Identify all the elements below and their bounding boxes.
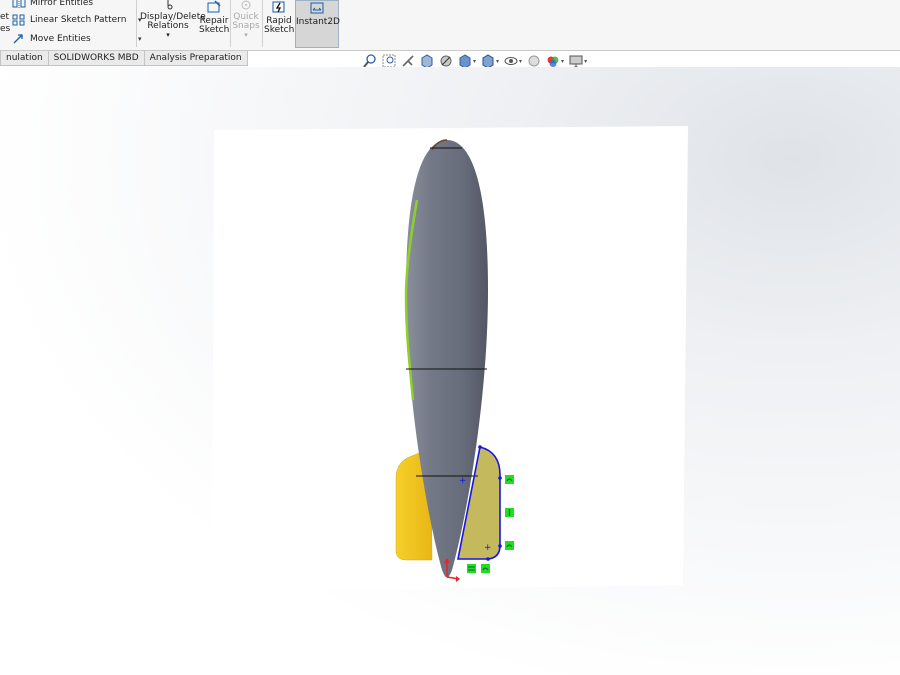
dynamic-annotation-icon[interactable] <box>438 54 453 68</box>
relations-label: Relations <box>147 21 189 31</box>
move-entities-button[interactable]: Move Entities ▾ <box>12 33 144 45</box>
repair-sketch-icon <box>207 0 221 13</box>
snaps-label: Snaps <box>232 21 260 31</box>
tab-simulation[interactable]: nulation <box>0 51 49 66</box>
rapid-sketch-label: Sketch <box>264 25 295 35</box>
linear-sketch-pattern-button[interactable]: Linear Sketch Pattern ▾ <box>12 14 144 26</box>
instant2d-icon <box>310 2 324 14</box>
previous-view-icon[interactable] <box>400 54 415 68</box>
chevron-down-icon[interactable]: ▾ <box>232 31 260 40</box>
ribbon-separator <box>262 0 263 47</box>
linear-pattern-icon <box>12 14 25 26</box>
ribbon-separator <box>230 0 231 47</box>
chevron-down-icon[interactable]: ▾ <box>584 58 587 65</box>
zoom-to-fit-icon[interactable] <box>362 54 377 68</box>
mirror-entities-button[interactable]: Mirror Entities <box>12 0 93 9</box>
edit-appearance-icon[interactable] <box>526 54 541 68</box>
sketch-point <box>486 557 490 561</box>
instant2d-label: Instant2D <box>296 17 340 27</box>
quick-snaps-icon <box>241 0 251 10</box>
chevron-down-icon[interactable]: ▾ <box>519 58 522 65</box>
view-settings-icon[interactable] <box>568 54 583 68</box>
tab-solidworks-mbd[interactable]: SOLIDWORKS MBD <box>47 51 145 66</box>
zoom-to-area-icon[interactable] <box>381 54 396 68</box>
view-orientation-icon[interactable] <box>457 54 472 68</box>
chevron-down-icon[interactable]: ▾ <box>140 31 196 40</box>
repair-sketch-label: Sketch <box>199 25 230 35</box>
quick-snaps-button[interactable]: Quick Snaps ▾ <box>232 0 260 40</box>
vertical-relation-icon[interactable] <box>505 508 514 517</box>
truncated-label-2: es <box>0 24 11 34</box>
chevron-down-icon[interactable]: ▾ <box>473 58 476 65</box>
sketch-point <box>498 476 502 480</box>
apply-scene-icon[interactable] <box>545 54 560 68</box>
move-icon <box>13 34 23 44</box>
rapid-sketch-button[interactable]: Rapid Sketch <box>264 0 294 35</box>
sketch-point <box>478 445 482 449</box>
linear-sketch-pattern-label: Linear Sketch Pattern <box>30 15 127 25</box>
sketch-point <box>498 544 502 548</box>
mirror-icon <box>12 0 26 9</box>
move-entities-label: Move Entities <box>30 34 91 44</box>
repair-sketch-button[interactable]: Repair Sketch <box>199 0 229 35</box>
mirror-entities-label: Mirror Entities <box>30 0 94 8</box>
arc-center-mark: + <box>459 476 467 486</box>
command-manager-ribbon: et es Mirror Entities Linear Sketch Patt… <box>0 0 900 51</box>
tangent-relation-icon[interactable] <box>505 475 514 484</box>
ribbon-separator <box>136 0 137 47</box>
chevron-down-icon[interactable]: ▾ <box>561 58 564 65</box>
horizontal-relation-icon[interactable] <box>467 564 476 573</box>
display-style-icon[interactable] <box>480 54 495 68</box>
tangent-relation-icon[interactable] <box>481 564 490 573</box>
hide-show-items-icon[interactable] <box>503 54 518 68</box>
command-manager-tabs: nulation SOLIDWORKS MBD Analysis Prepara… <box>0 51 248 66</box>
rapid-sketch-icon <box>272 1 285 13</box>
instant2d-button[interactable]: Instant2D <box>295 0 340 48</box>
section-view-icon[interactable] <box>419 54 434 68</box>
relations-icon <box>167 0 173 10</box>
chevron-down-icon[interactable]: ▾ <box>496 58 499 65</box>
tab-analysis-preparation[interactable]: Analysis Preparation <box>143 51 248 66</box>
arc-center-mark: + <box>484 543 492 553</box>
truncated-label-1: et <box>0 12 10 22</box>
display-delete-relations-button[interactable]: Display/Delete Relations ▾ <box>140 0 206 40</box>
tangent-relation-icon[interactable] <box>505 541 514 550</box>
graphics-area[interactable]: + + <box>0 67 900 675</box>
